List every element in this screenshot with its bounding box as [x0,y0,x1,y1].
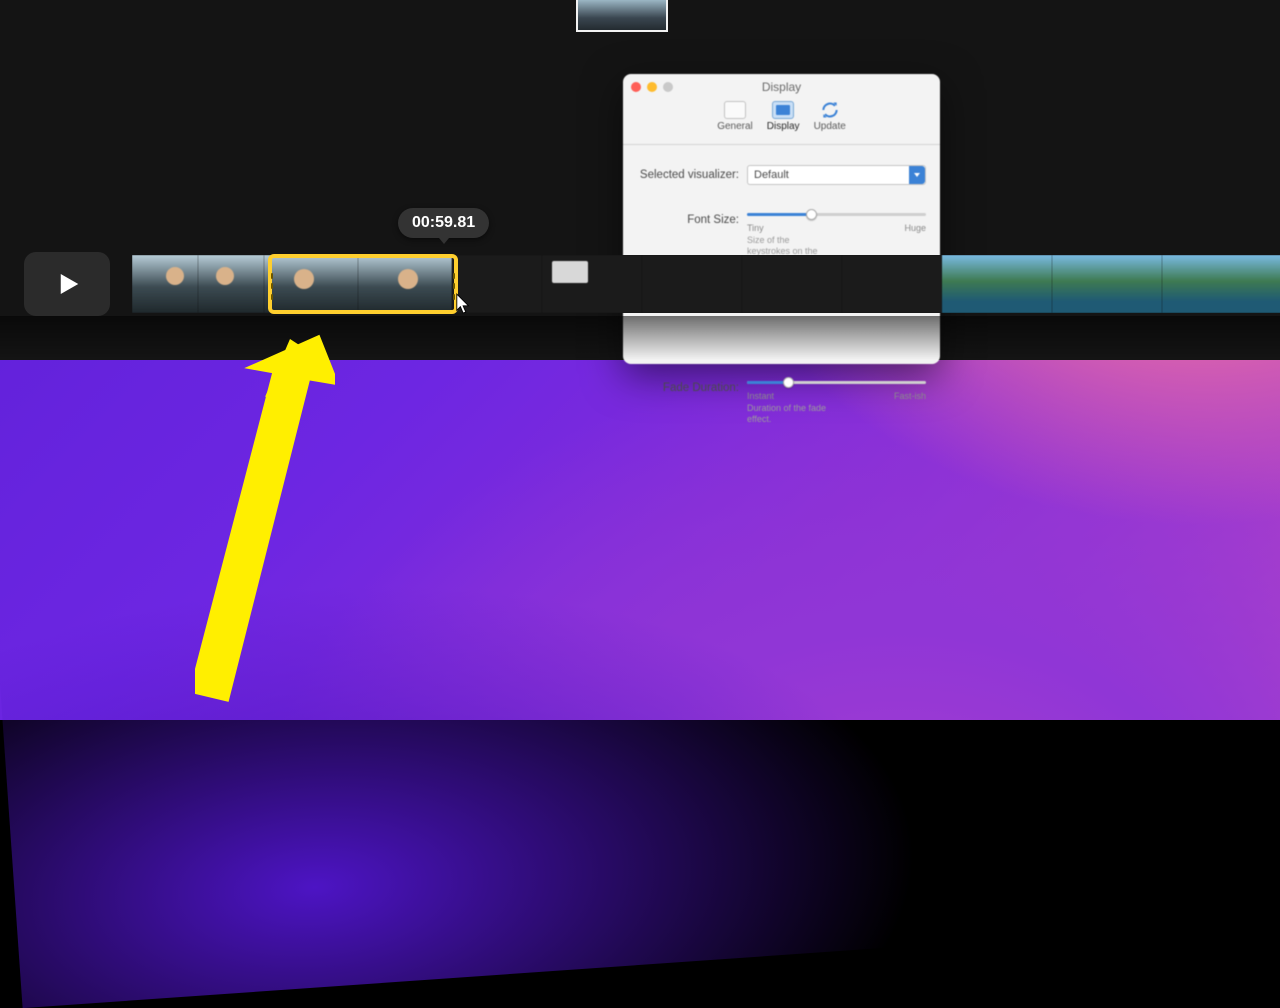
display-icon [772,101,794,119]
timeline-frame[interactable] [358,255,452,313]
slider-min: Instant [747,391,774,401]
tab-update[interactable]: Update [814,101,846,144]
mouse-cursor-icon [455,293,473,315]
fontsize-slider[interactable] [747,207,926,221]
timestamp-value: 00:59.81 [412,214,475,231]
fontsize-label: Font Size: [637,214,747,226]
tab-display[interactable]: Display [767,101,800,144]
window-title: Display [623,80,940,94]
slider-max: Fast-ish [894,391,926,401]
timestamp-bubble: 00:59.81 [398,208,489,238]
timeline-frame[interactable] [642,255,742,313]
preferences-toolbar: General Display Update [623,99,940,145]
update-icon [819,101,841,119]
tab-general[interactable]: General [717,101,753,144]
timeline-frame[interactable] [1052,255,1162,313]
timeline-frame[interactable] [1162,255,1280,313]
timeline-frame[interactable] [942,255,1052,313]
tab-label: Update [814,121,846,132]
visualizer-select[interactable]: Default [747,165,926,185]
play-icon [52,269,82,299]
timeline-frames[interactable] [132,255,1280,313]
fade-hint: Duration of the fade effect. [747,403,827,425]
general-icon [724,101,746,119]
timeline-frame[interactable] [742,255,842,313]
fade-slider[interactable] [747,375,926,389]
trim-timeline[interactable] [24,252,1280,316]
timeline-frame[interactable] [264,255,358,313]
timeline-frame[interactable] [842,255,942,313]
timeline-frame[interactable] [132,255,198,313]
visualizer-label: Selected visualizer: [637,169,747,181]
timeline-shadow [0,316,1280,360]
tab-label: Display [767,121,800,132]
slider-max: Huge [904,223,926,233]
timeline-frame[interactable] [542,255,642,313]
chevron-down-icon [909,166,925,184]
timeline-frame[interactable] [198,255,264,313]
fade-label: Fade Duration: [637,382,747,394]
slider-min: Tiny [747,223,764,233]
tab-label: General [717,121,753,132]
select-value: Default [754,169,789,181]
window-titlebar[interactable]: Display [623,74,940,99]
preview-thumbnail[interactable] [576,0,668,32]
play-button[interactable] [24,252,110,316]
